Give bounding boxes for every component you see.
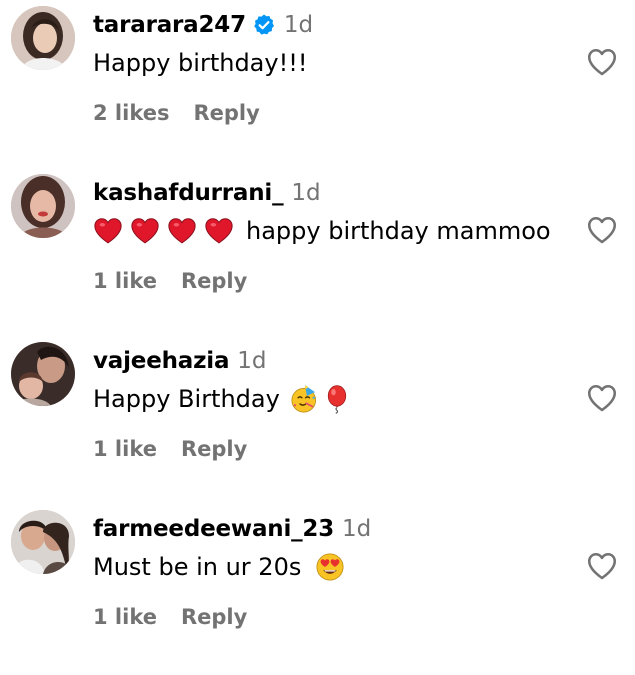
avatar[interactable] (11, 342, 75, 406)
heart-outline-icon[interactable] (585, 213, 619, 247)
timestamp[interactable]: 1d (291, 180, 320, 206)
red-heart-emoji (167, 216, 197, 246)
red-heart-emoji (93, 216, 123, 246)
heart-eyes-emoji (315, 552, 345, 582)
likes-count[interactable]: 2 likes (93, 101, 169, 125)
comment-text: Happy Birthday (93, 381, 352, 417)
username[interactable]: tararara247 (93, 12, 246, 38)
avatar[interactable] (11, 510, 75, 574)
username[interactable]: kashafdurrani_ (93, 180, 284, 206)
likes-count[interactable]: 1 like (93, 437, 157, 461)
heart-outline-icon[interactable] (585, 549, 619, 583)
red-heart-emoji (130, 216, 160, 246)
comment-text-content: Happy Birthday (93, 385, 280, 413)
comment-text-content: Happy birthday!!! (93, 49, 308, 77)
comment-text: happy birthday mammoo (93, 213, 551, 249)
comment-item: tararara247 1d Happy birthday!!! 2 likes… (0, 3, 635, 171)
reply-button[interactable]: Reply (181, 269, 247, 293)
timestamp[interactable]: 1d (284, 12, 313, 38)
timestamp[interactable]: 1d (237, 348, 266, 374)
comment-text-content: Must be in ur 20s (93, 553, 302, 581)
comment-actions: 2 likes Reply (93, 95, 260, 131)
likes-count[interactable]: 1 like (93, 269, 157, 293)
heart-outline-icon[interactable] (585, 381, 619, 415)
comment-item: farmeedeewani_23 1d Must be in ur 20s 1 … (0, 507, 635, 675)
likes-count[interactable]: 1 like (93, 605, 157, 629)
reply-button[interactable]: Reply (193, 101, 259, 125)
partying-face-emoji (290, 384, 320, 414)
comment-header: vajeehazia 1d (93, 343, 267, 379)
avatar[interactable] (11, 174, 75, 238)
avatar[interactable] (11, 6, 75, 70)
comment-text: Happy birthday!!! (93, 45, 307, 81)
comment-text-content: happy birthday mammoo (246, 217, 551, 245)
heart-outline-icon[interactable] (585, 45, 619, 79)
username[interactable]: vajeehazia (93, 348, 229, 374)
comment-actions: 1 like Reply (93, 263, 247, 299)
username[interactable]: farmeedeewani_23 (93, 516, 334, 542)
comment-item: kashafdurrani_ 1d happy birthday mammoo … (0, 171, 635, 339)
timestamp[interactable]: 1d (342, 516, 371, 542)
comment-header: tararara247 1d (93, 7, 313, 43)
reply-button[interactable]: Reply (181, 605, 247, 629)
comment-actions: 1 like Reply (93, 599, 247, 635)
red-heart-emoji (204, 216, 234, 246)
verified-badge-icon (252, 13, 276, 37)
comment-text: Must be in ur 20s (93, 549, 347, 585)
comment-header: farmeedeewani_23 1d (93, 511, 371, 547)
comment-header: kashafdurrani_ 1d (93, 175, 321, 211)
comment-item: vajeehazia 1d Happy Birthday 1 like Repl… (0, 339, 635, 507)
comment-actions: 1 like Reply (93, 431, 247, 467)
balloon-emoji (322, 384, 352, 414)
reply-button[interactable]: Reply (181, 437, 247, 461)
